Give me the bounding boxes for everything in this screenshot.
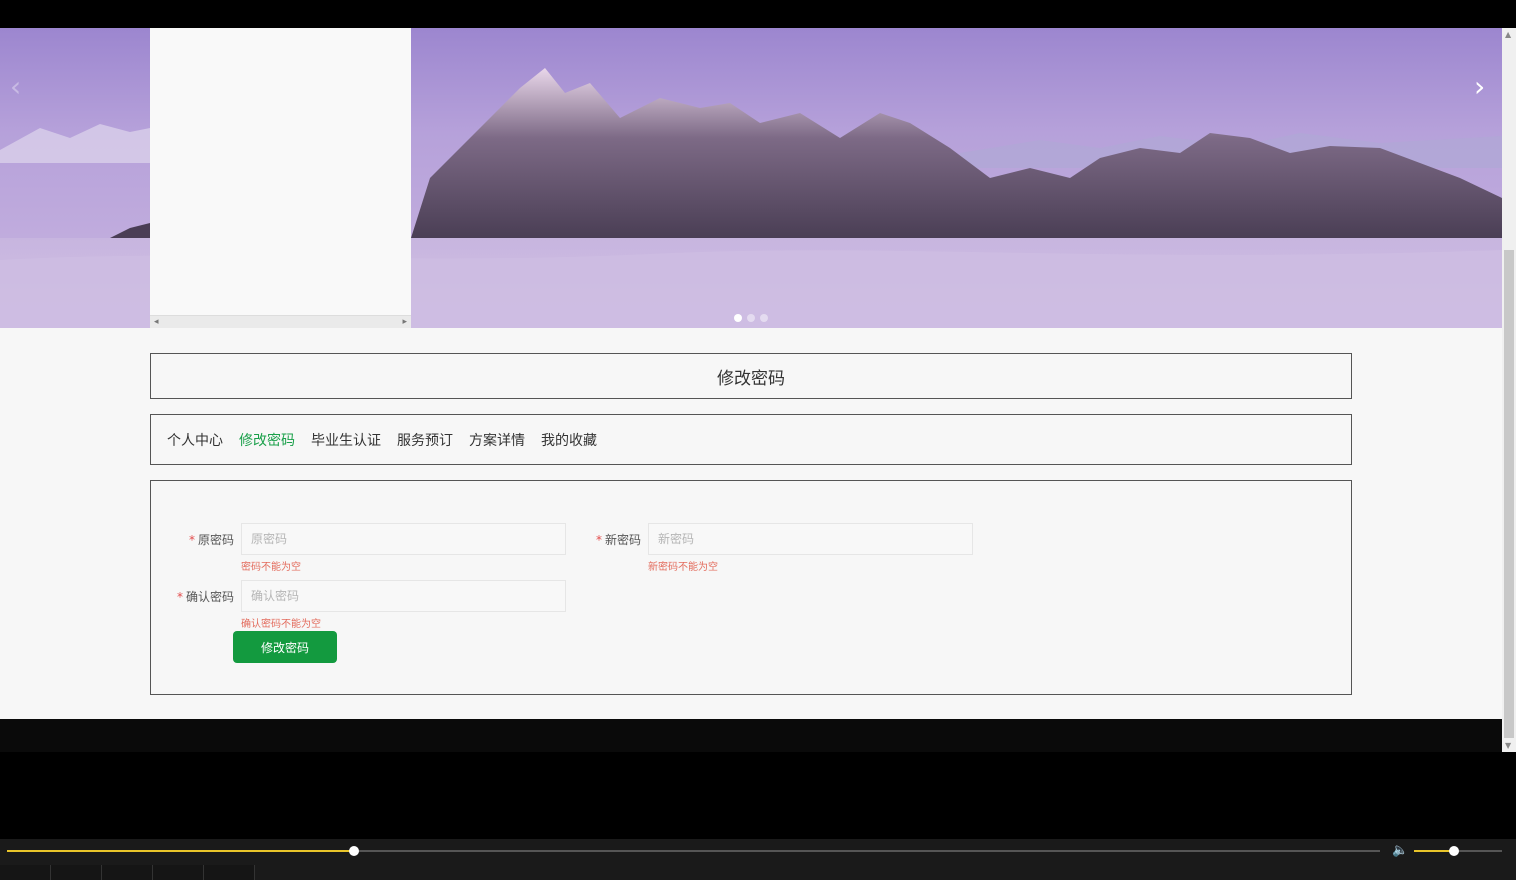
scroll-up-icon[interactable]: ▲	[1505, 30, 1511, 39]
horizontal-scrollbar[interactable]: ◂ ▸	[150, 315, 411, 328]
nav-item-profile[interactable]: 个人中心	[167, 430, 223, 450]
carousel-dot[interactable]	[734, 314, 742, 322]
speaker-icon[interactable]: 🔈	[1392, 843, 1408, 858]
change-password-button[interactable]: 修改密码	[233, 631, 337, 663]
volume-handle[interactable]	[1448, 846, 1459, 856]
vertical-scrollbar[interactable]: ▲ ▼	[1502, 28, 1516, 752]
required-mark: *	[595, 533, 602, 547]
old-password-label-text: 原密码	[197, 533, 234, 547]
new-password-label: * 新密码	[561, 531, 641, 548]
old-password-input[interactable]	[241, 523, 566, 555]
old-password-error: 密码不能为空	[241, 562, 301, 573]
required-mark: *	[188, 533, 195, 547]
nav-item-service-booking[interactable]: 服务预订	[397, 430, 453, 450]
nav-item-graduate-cert[interactable]: 毕业生认证	[311, 430, 381, 450]
nav-item-change-password[interactable]: 修改密码	[239, 430, 295, 450]
carousel-dot[interactable]	[747, 314, 755, 322]
side-panel	[150, 28, 411, 328]
page-footer	[0, 719, 1502, 752]
web-page: ◂ ▸ ‹ › 修改密码 个人中心 修改密码 毕业生认证 服务预订 方案详情 我…	[0, 28, 1502, 752]
scroll-right-icon[interactable]: ▸	[402, 317, 407, 327]
volume-slider[interactable]	[1414, 846, 1502, 856]
nav-item-plan-details[interactable]: 方案详情	[469, 430, 525, 450]
carousel-indicators	[734, 314, 768, 322]
password-form: *原密码 密码不能为空 *新密码 新密码不能为空 *确认密码 确认密码不能为空 …	[150, 480, 1352, 695]
player-button[interactable]	[153, 865, 204, 880]
page-title: 修改密码	[717, 368, 785, 389]
confirm-password-error: 确认密码不能为空	[241, 619, 321, 630]
chevron-right-icon[interactable]: ›	[1474, 72, 1485, 102]
confirm-password-input[interactable]	[241, 580, 566, 612]
chevron-left-icon[interactable]: ‹	[10, 72, 21, 102]
scroll-left-icon[interactable]: ◂	[154, 317, 159, 327]
video-player-controls: 🔈	[0, 839, 1516, 880]
seek-progress	[7, 850, 355, 852]
user-nav: 个人中心 修改密码 毕业生认证 服务预订 方案详情 我的收藏	[150, 414, 1352, 465]
confirm-password-label: * 确认密码	[154, 588, 234, 605]
old-password-label: * 原密码	[154, 531, 234, 548]
player-button[interactable]	[102, 865, 153, 880]
nav-item-favorites[interactable]: 我的收藏	[541, 430, 597, 450]
confirm-password-label-text: 确认密码	[185, 590, 234, 604]
scrollbar-thumb[interactable]	[1504, 250, 1514, 738]
player-button[interactable]	[51, 865, 102, 880]
required-mark: *	[176, 590, 183, 604]
hero-carousel: ◂ ▸ ‹ ›	[0, 28, 1502, 328]
seek-bar[interactable]	[7, 846, 1380, 856]
new-password-error: 新密码不能为空	[648, 562, 718, 573]
page-title-box: 修改密码	[150, 353, 1352, 399]
new-password-input[interactable]	[648, 523, 973, 555]
player-button[interactable]	[0, 865, 51, 880]
scroll-down-icon[interactable]: ▼	[1505, 741, 1511, 750]
volume-level	[1414, 850, 1454, 852]
player-button[interactable]	[204, 865, 255, 880]
carousel-dot[interactable]	[760, 314, 768, 322]
seek-handle[interactable]	[349, 846, 360, 856]
new-password-label-text: 新密码	[604, 533, 641, 547]
player-button-row	[0, 865, 255, 880]
